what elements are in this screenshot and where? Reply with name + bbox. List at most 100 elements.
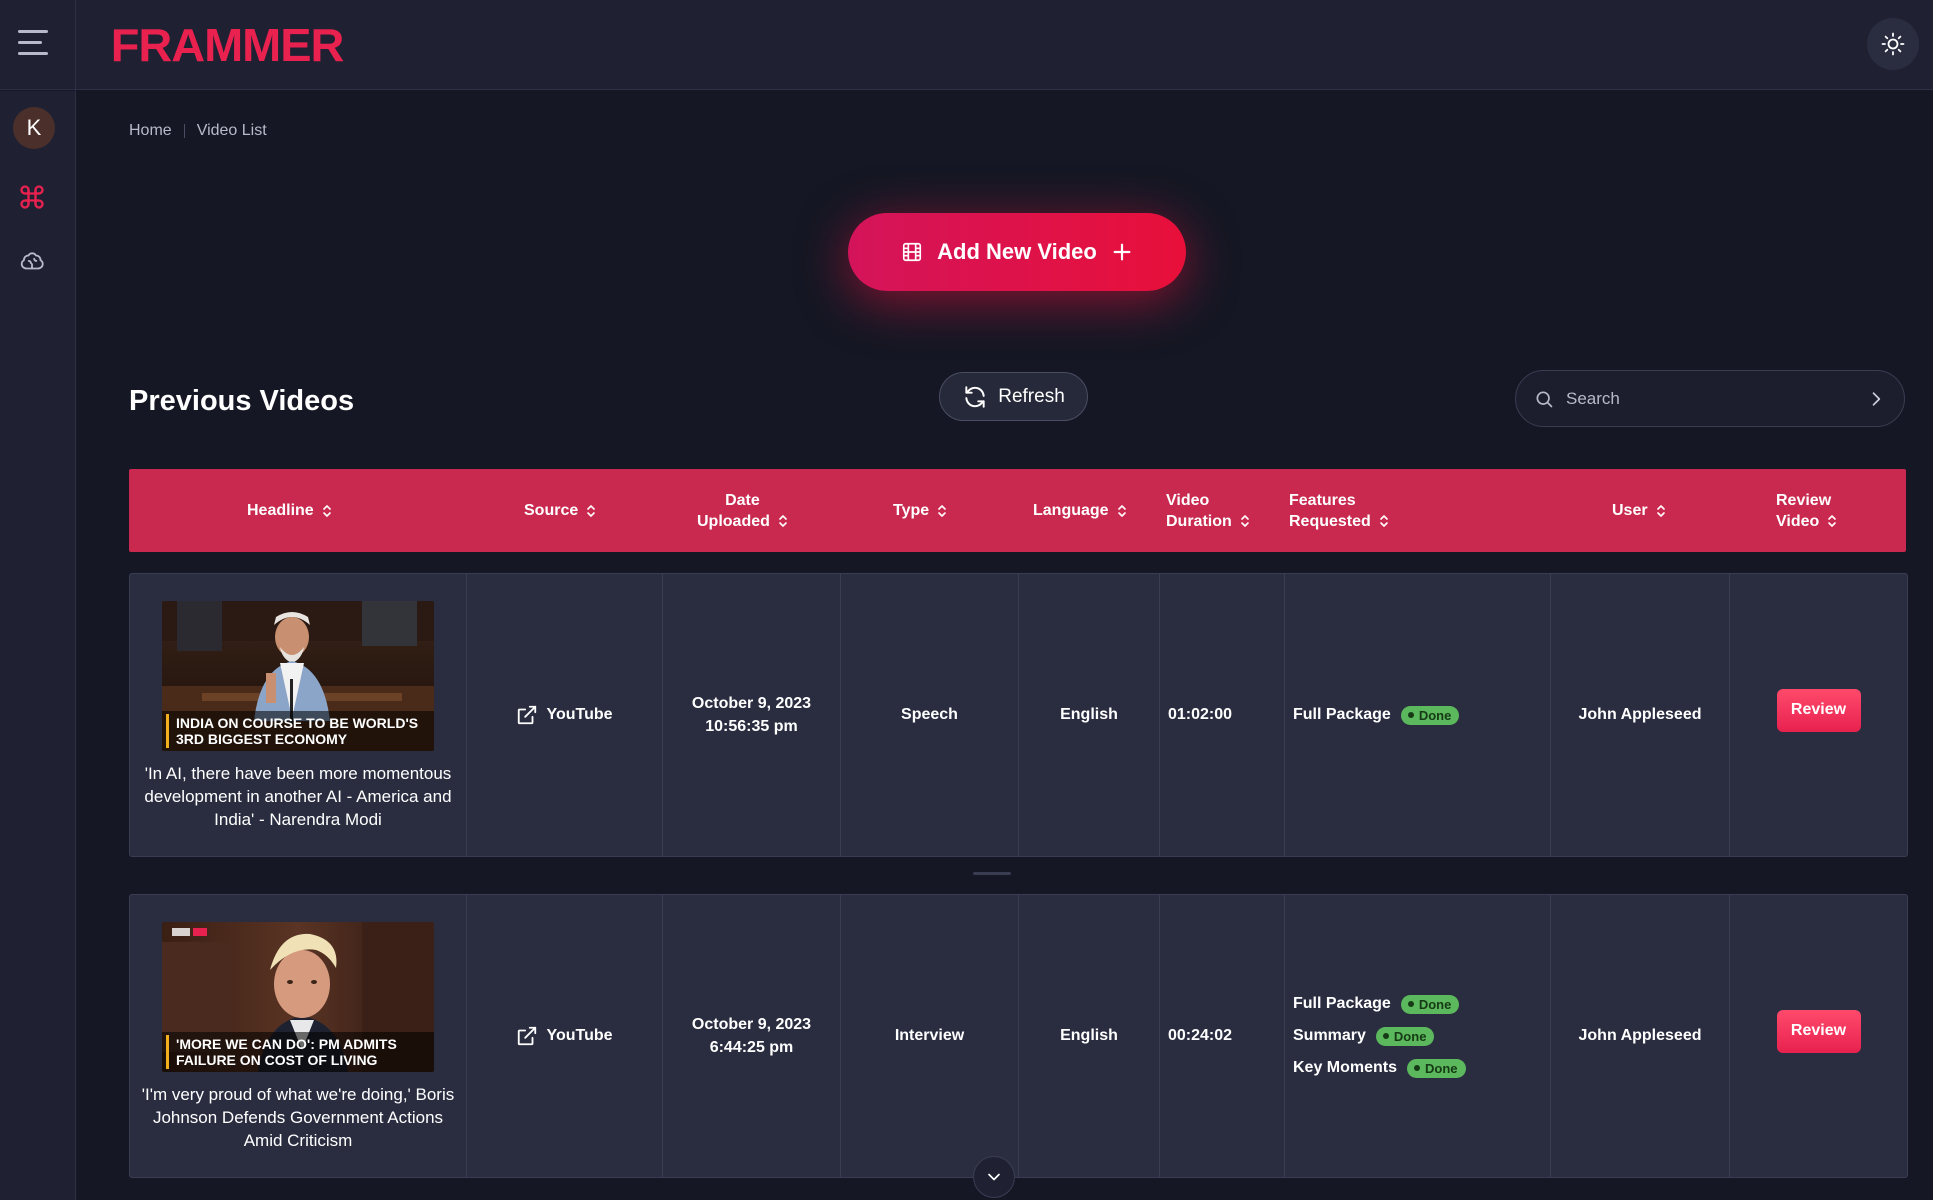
date-uploaded: October 9, 2023 10:56:35 pm [692, 692, 811, 738]
column-header-duration-line2-wrap: Duration [1166, 511, 1250, 532]
date-cell: October 9, 2023 10:56:35 pm [663, 574, 841, 856]
sort-icon [586, 503, 596, 519]
frammer-logo[interactable]: FRAMMER [111, 20, 345, 70]
source-label: YouTube [546, 706, 613, 723]
language-value: English [1060, 1027, 1118, 1044]
column-header-review-line2-wrap: Video [1776, 511, 1837, 532]
row-resize-handle[interactable] [973, 872, 1011, 875]
column-header-source-label: Source [524, 502, 579, 519]
column-header-review-video[interactable]: Review Video [1776, 469, 1837, 552]
user-cell: John Appleseed [1551, 574, 1730, 856]
column-header-duration-line1: Video [1166, 491, 1210, 509]
type-cell: Interview [841, 895, 1019, 1177]
sidebar-item-command[interactable] [16, 181, 48, 213]
column-header-user-label: User [1612, 502, 1648, 519]
hamburger-menu-icon[interactable] [18, 30, 48, 56]
theme-toggle-button[interactable] [1867, 18, 1919, 70]
sun-icon [1881, 32, 1905, 56]
source-cell: YouTube [467, 574, 663, 856]
features-list: Full Package Done Summary Done Key Momen… [1285, 994, 1466, 1078]
headline-text: 'I'm very proud of what we're doing,' Bo… [141, 1085, 455, 1150]
column-header-video-duration[interactable]: Video Duration [1166, 469, 1250, 552]
feature-item: Key Moments Done [1293, 1058, 1466, 1078]
column-header-features-line1: Features [1289, 491, 1356, 509]
language-cell: English [1019, 895, 1160, 1177]
column-header-date-line1: Date [725, 491, 760, 509]
column-header-headline-label: Headline [247, 502, 314, 519]
user-cell: John Appleseed [1551, 895, 1730, 1177]
review-cell: Review [1730, 895, 1907, 1177]
source-link[interactable]: YouTube [516, 704, 613, 726]
breadcrumb-home[interactable]: Home [129, 122, 172, 140]
column-header-review-line1: Review [1776, 491, 1832, 509]
feature-name: Full Package [1293, 995, 1391, 1012]
status-badge-label: Done [1418, 996, 1452, 1012]
external-link-icon [518, 1026, 537, 1046]
search-icon [1536, 391, 1553, 407]
sidebar-item-ai[interactable] [16, 246, 48, 278]
search-input[interactable] [1566, 388, 1854, 409]
type-value: Interview [894, 1027, 965, 1044]
sort-icon [1117, 503, 1127, 519]
sort-icon [322, 503, 332, 519]
table-header: Headline Source Date Uploaded Type Langu… [129, 469, 1906, 552]
source-link[interactable]: YouTube [516, 1025, 613, 1047]
language-cell: English [1019, 574, 1160, 856]
status-badge: Done [1400, 994, 1460, 1014]
sort-icon [1827, 513, 1837, 529]
column-header-review-label: Review Video [1776, 490, 1837, 532]
page-title: Previous Videos [129, 385, 355, 417]
column-header-language[interactable]: Language [1033, 469, 1127, 552]
refresh-icon [965, 385, 985, 408]
duration-value: 01:02:00 [1168, 706, 1233, 723]
review-button[interactable]: Review [1776, 688, 1861, 732]
table-row[interactable]: 'MORE WE CAN DO': PM ADMITS FAILURE ON C… [129, 894, 1908, 1178]
chevron-right-icon[interactable] [1866, 389, 1886, 409]
user-avatar[interactable]: K [13, 107, 55, 149]
video-thumbnail[interactable]: 'MORE WE CAN DO': PM ADMITS FAILURE ON C… [162, 922, 434, 1072]
date-line1: October 9, 2023 [691, 695, 812, 712]
review-button[interactable]: Review [1776, 1009, 1861, 1053]
thumbnail-caption-line1: 'MORE WE CAN DO': PM ADMITS [176, 1036, 397, 1052]
breadcrumb-current: Video List [196, 122, 267, 139]
search-box [1515, 370, 1905, 427]
add-new-video-button[interactable]: Add New Video [848, 213, 1186, 291]
column-header-features-requested[interactable]: Features Requested [1289, 469, 1389, 552]
video-thumbnail[interactable]: INDIA ON COURSE TO BE WORLD'S 3RD BIGGES… [162, 601, 434, 751]
sort-icon [1379, 513, 1389, 529]
column-header-type[interactable]: Type [893, 469, 947, 552]
column-header-features-label: Features Requested [1289, 490, 1389, 532]
type-value: Speech [901, 706, 958, 723]
scroll-down-button[interactable] [973, 1156, 1015, 1198]
column-header-date-label: Date Uploaded [697, 490, 788, 532]
column-header-source[interactable]: Source [524, 469, 596, 552]
column-header-review-line2: Video [1776, 512, 1820, 530]
column-header-user[interactable]: User [1612, 469, 1666, 552]
thumbnail-caption-line2: 3RD BIGGEST ECONOMY [176, 731, 348, 747]
headline-cell: 'MORE WE CAN DO': PM ADMITS FAILURE ON C… [130, 895, 467, 1177]
status-badge: Done [1400, 705, 1460, 725]
sort-icon [1656, 503, 1666, 519]
features-list: Full Package Done [1285, 705, 1460, 725]
chevron-down-icon [988, 1173, 1000, 1181]
command-icon [20, 185, 44, 209]
language-value: English [1060, 706, 1118, 723]
sort-icon [1240, 513, 1250, 529]
plus-icon [1113, 243, 1131, 261]
video-thumbnail-image: 'MORE WE CAN DO': PM ADMITS FAILURE ON C… [162, 922, 434, 1072]
sort-icon [937, 503, 947, 519]
status-badge-label: Done [1393, 1028, 1427, 1044]
column-header-language-label: Language [1033, 502, 1109, 519]
column-header-headline[interactable]: Headline [247, 469, 332, 552]
date-cell: October 9, 2023 6:44:25 pm [663, 895, 841, 1177]
breadcrumb: Home Video List [129, 122, 267, 140]
column-header-features-line2: Requested [1289, 512, 1371, 530]
table-row[interactable]: INDIA ON COURSE TO BE WORLD'S 3RD BIGGES… [129, 573, 1908, 857]
source-cell: YouTube [467, 895, 663, 1177]
brain-icon [20, 252, 44, 270]
status-badge: Done [1407, 1058, 1466, 1078]
date-line2: 6:44:25 pm [709, 1039, 794, 1056]
refresh-label: Refresh [998, 385, 1065, 407]
column-header-date-uploaded[interactable]: Date Uploaded [697, 469, 788, 552]
refresh-button[interactable]: Refresh [939, 372, 1088, 421]
